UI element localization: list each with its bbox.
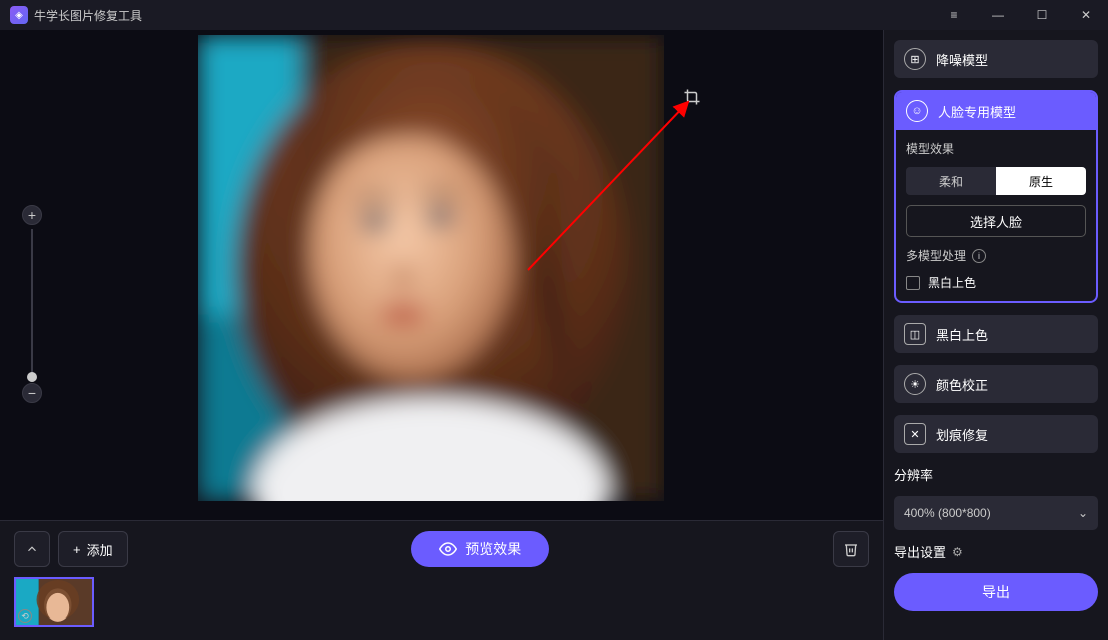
titlebar-left: ◈ 牛学长图片修复工具: [10, 6, 142, 24]
effect-toggle: 柔和 原生: [906, 167, 1086, 195]
chevron-down-icon: ⌄: [1078, 506, 1088, 520]
bottom-bar: + 添加 预览效果: [0, 520, 883, 640]
add-label: 添加: [87, 540, 113, 559]
select-face-button[interactable]: 选择人脸: [906, 205, 1086, 237]
titlebar: ◈ 牛学长图片修复工具 ≡ — ☐ ✕: [0, 0, 1108, 30]
bw-colorize-model[interactable]: ◫ 黑白上色: [894, 315, 1098, 353]
zoom-controls: + −: [22, 205, 42, 403]
multi-model-row: 多模型处理 i: [906, 247, 1086, 264]
window-controls: ≡ — ☐ ✕: [932, 0, 1108, 30]
thumb-status-icon: ⟲: [18, 609, 32, 623]
resolution-value: 400% (800*800): [904, 506, 991, 520]
canvas-area: + −: [0, 30, 883, 640]
face-icon: ☺: [906, 100, 928, 122]
zoom-thumb[interactable]: [27, 372, 37, 382]
denoise-icon: ⊞: [904, 48, 926, 70]
zoom-out-button[interactable]: −: [22, 383, 42, 403]
color-correct-model[interactable]: ☀ 颜色校正: [894, 365, 1098, 403]
resolution-title: 分辨率: [894, 465, 1098, 484]
preview-label: 预览效果: [465, 539, 521, 559]
scratch-label: 划痕修复: [936, 425, 988, 444]
effect-raw[interactable]: 原生: [996, 167, 1086, 195]
bottom-left: + 添加: [14, 531, 128, 567]
eye-icon: [439, 540, 457, 558]
trash-icon: [843, 541, 859, 557]
plus-icon: +: [73, 542, 81, 557]
delete-button[interactable]: [833, 531, 869, 567]
zoom-slider[interactable]: [31, 229, 33, 379]
scratch-repair-model[interactable]: ✕ 划痕修复: [894, 415, 1098, 453]
checkbox-icon[interactable]: [906, 276, 920, 290]
denoise-model[interactable]: ⊞ 降噪模型: [894, 40, 1098, 78]
export-title-label: 导出设置: [894, 542, 946, 561]
effect-soft[interactable]: 柔和: [906, 167, 996, 195]
color-label: 颜色校正: [936, 375, 988, 394]
main-area: + −: [0, 30, 1108, 640]
preview-button[interactable]: 预览效果: [411, 531, 549, 567]
bw-checkbox-row[interactable]: 黑白上色: [906, 274, 1086, 291]
maximize-button[interactable]: ☐: [1020, 0, 1064, 30]
crop-icon[interactable]: [683, 88, 701, 111]
scratch-icon: ✕: [904, 423, 926, 445]
minimize-button[interactable]: —: [976, 0, 1020, 30]
effect-label: 模型效果: [906, 140, 1086, 157]
thumbnail-strip: ⟲: [14, 577, 869, 627]
gear-icon[interactable]: ⚙: [952, 545, 963, 559]
multi-label: 多模型处理: [906, 247, 966, 264]
menu-button[interactable]: ≡: [932, 0, 976, 30]
bw-label: 黑白上色: [936, 325, 988, 344]
export-button[interactable]: 导出: [894, 573, 1098, 611]
denoise-label: 降噪模型: [936, 50, 988, 69]
face-model-panel: ☺ 人脸专用模型 模型效果 柔和 原生 选择人脸 多模型处理 i 黑白上色: [894, 90, 1098, 303]
bottom-controls: + 添加 预览效果: [14, 531, 869, 567]
face-model-body: 模型效果 柔和 原生 选择人脸 多模型处理 i 黑白上色: [896, 130, 1096, 301]
app-title: 牛学长图片修复工具: [34, 7, 142, 24]
colorize-icon: ◫: [904, 323, 926, 345]
canvas-main: + −: [0, 30, 883, 520]
zoom-in-button[interactable]: +: [22, 205, 42, 225]
sun-icon: ☀: [904, 373, 926, 395]
collapse-button[interactable]: [14, 531, 50, 567]
export-settings-title: 导出设置 ⚙: [894, 542, 1098, 561]
image-preview: [198, 35, 664, 501]
bw-check-label: 黑白上色: [928, 274, 976, 291]
thumbnail[interactable]: ⟲: [14, 577, 94, 627]
resolution-dropdown[interactable]: 400% (800*800) ⌄: [894, 496, 1098, 530]
info-icon[interactable]: i: [972, 249, 986, 263]
close-button[interactable]: ✕: [1064, 0, 1108, 30]
app-logo: ◈: [10, 6, 28, 24]
side-panel: ⊞ 降噪模型 ☺ 人脸专用模型 模型效果 柔和 原生 选择人脸 多模型处理 i: [883, 30, 1108, 640]
add-button[interactable]: + 添加: [58, 531, 128, 567]
face-model-header[interactable]: ☺ 人脸专用模型: [896, 92, 1096, 130]
face-label: 人脸专用模型: [938, 102, 1016, 121]
